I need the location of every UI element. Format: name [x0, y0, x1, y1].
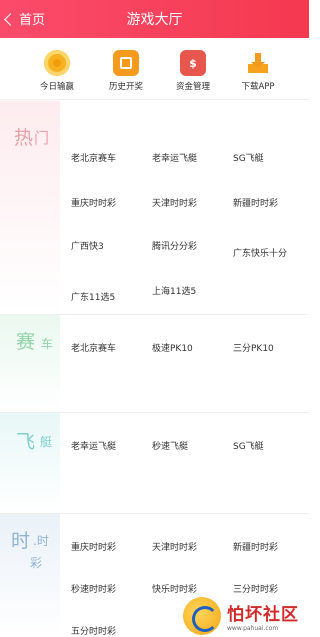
quick-label: 资金管理 — [175, 82, 210, 92]
quick-label: 今日输赢 — [39, 82, 74, 92]
section-hot-title: 热 — [14, 127, 34, 149]
watermark-title: 怕坏社区 — [227, 605, 299, 625]
watermark-url: www.pahuai.com — [227, 625, 279, 632]
money-icon: $ — [180, 50, 206, 76]
game-item[interactable]: SG飞艇 — [233, 151, 264, 164]
section-race: 赛 车 老北京赛车 极速PK10 三分PK10 — [0, 315, 309, 412]
quick-label: 下载APP — [241, 82, 275, 92]
game-item[interactable]: 腾讯分分彩 — [152, 239, 197, 252]
game-item[interactable]: 秒速飞艇 — [152, 439, 188, 452]
today-winloss-button[interactable]: 今日输赢 — [22, 50, 92, 92]
section-race-subtitle: 车 — [41, 337, 54, 351]
watermark: 怕坏社区 www.pahuai.com — [183, 597, 299, 635]
game-item[interactable]: 老北京赛车 — [71, 341, 116, 354]
page-title: 游戏大厅 — [126, 12, 183, 28]
game-item[interactable]: 广西快3 — [71, 239, 104, 252]
quick-label: 历史开奖 — [108, 82, 143, 92]
download-icon — [245, 50, 271, 76]
section-ssc-subtitle-2: 彩 — [30, 556, 43, 570]
section-ssc-title: 时 — [11, 530, 31, 552]
game-item[interactable]: 重庆时时彩 — [71, 196, 116, 209]
history-draw-button[interactable]: 历史开奖 — [91, 50, 161, 92]
game-item[interactable]: 上海11选5 — [152, 284, 196, 297]
section-race-title: 赛 — [16, 331, 36, 353]
section-hot-subtitle: 门 — [34, 129, 50, 147]
game-item[interactable]: 极速PK10 — [152, 341, 193, 354]
section-hot: 热 门 老北京赛车 老幸运飞艇 SG飞艇 重庆时时彩 天津时时彩 新疆时时彩 广… — [0, 101, 309, 313]
game-item[interactable]: 天津时时彩 — [152, 196, 197, 209]
game-item[interactable]: 老幸运飞艇 — [71, 439, 116, 452]
section-race-tag: 赛 车 — [0, 315, 60, 412]
game-item[interactable]: 老北京赛车 — [71, 151, 116, 164]
download-app-button[interactable]: 下载APP — [223, 50, 293, 92]
section-boat: 飞 艇 老幸运飞艇 秒速飞艇 SG飞艇 — [0, 413, 309, 513]
game-item[interactable]: 三分PK10 — [233, 341, 274, 354]
watermark-logo-icon — [183, 597, 221, 635]
section-hot-tag: 热 门 — [0, 101, 60, 313]
game-item[interactable]: 秒速时时彩 — [71, 582, 116, 595]
game-item[interactable]: 广东11选5 — [71, 290, 115, 303]
game-item[interactable]: 快乐时时彩 — [152, 582, 197, 595]
game-item[interactable]: 新疆时时彩 — [233, 196, 278, 209]
game-item[interactable]: 天津时时彩 — [152, 540, 197, 553]
game-item[interactable]: 五分时时彩 — [71, 624, 116, 637]
game-item[interactable]: 老幸运飞艇 — [152, 151, 197, 164]
game-item[interactable]: 重庆时时彩 — [71, 540, 116, 553]
section-ssc-tag: 时 .时 彩 — [0, 514, 60, 637]
top-bar: 首页 游戏大厅 — [0, 0, 309, 38]
fund-management-button[interactable]: $ 资金管理 — [158, 50, 228, 92]
game-item[interactable]: 新疆时时彩 — [233, 540, 278, 553]
game-item[interactable]: 广东快乐十分 — [233, 246, 287, 259]
history-icon — [113, 50, 139, 76]
quick-menu: 今日输赢 历史开奖 $ 资金管理 下载APP — [0, 38, 309, 100]
section-ssc-subtitle: .时 — [33, 534, 49, 548]
game-item[interactable]: SG飞艇 — [233, 439, 264, 452]
section-boat-title: 飞 — [16, 431, 36, 453]
section-boat-subtitle: 艇 — [40, 435, 53, 449]
coin-icon — [44, 50, 70, 76]
game-item[interactable]: 三分时时彩 — [233, 582, 278, 595]
section-boat-tag: 飞 艇 — [0, 413, 60, 513]
